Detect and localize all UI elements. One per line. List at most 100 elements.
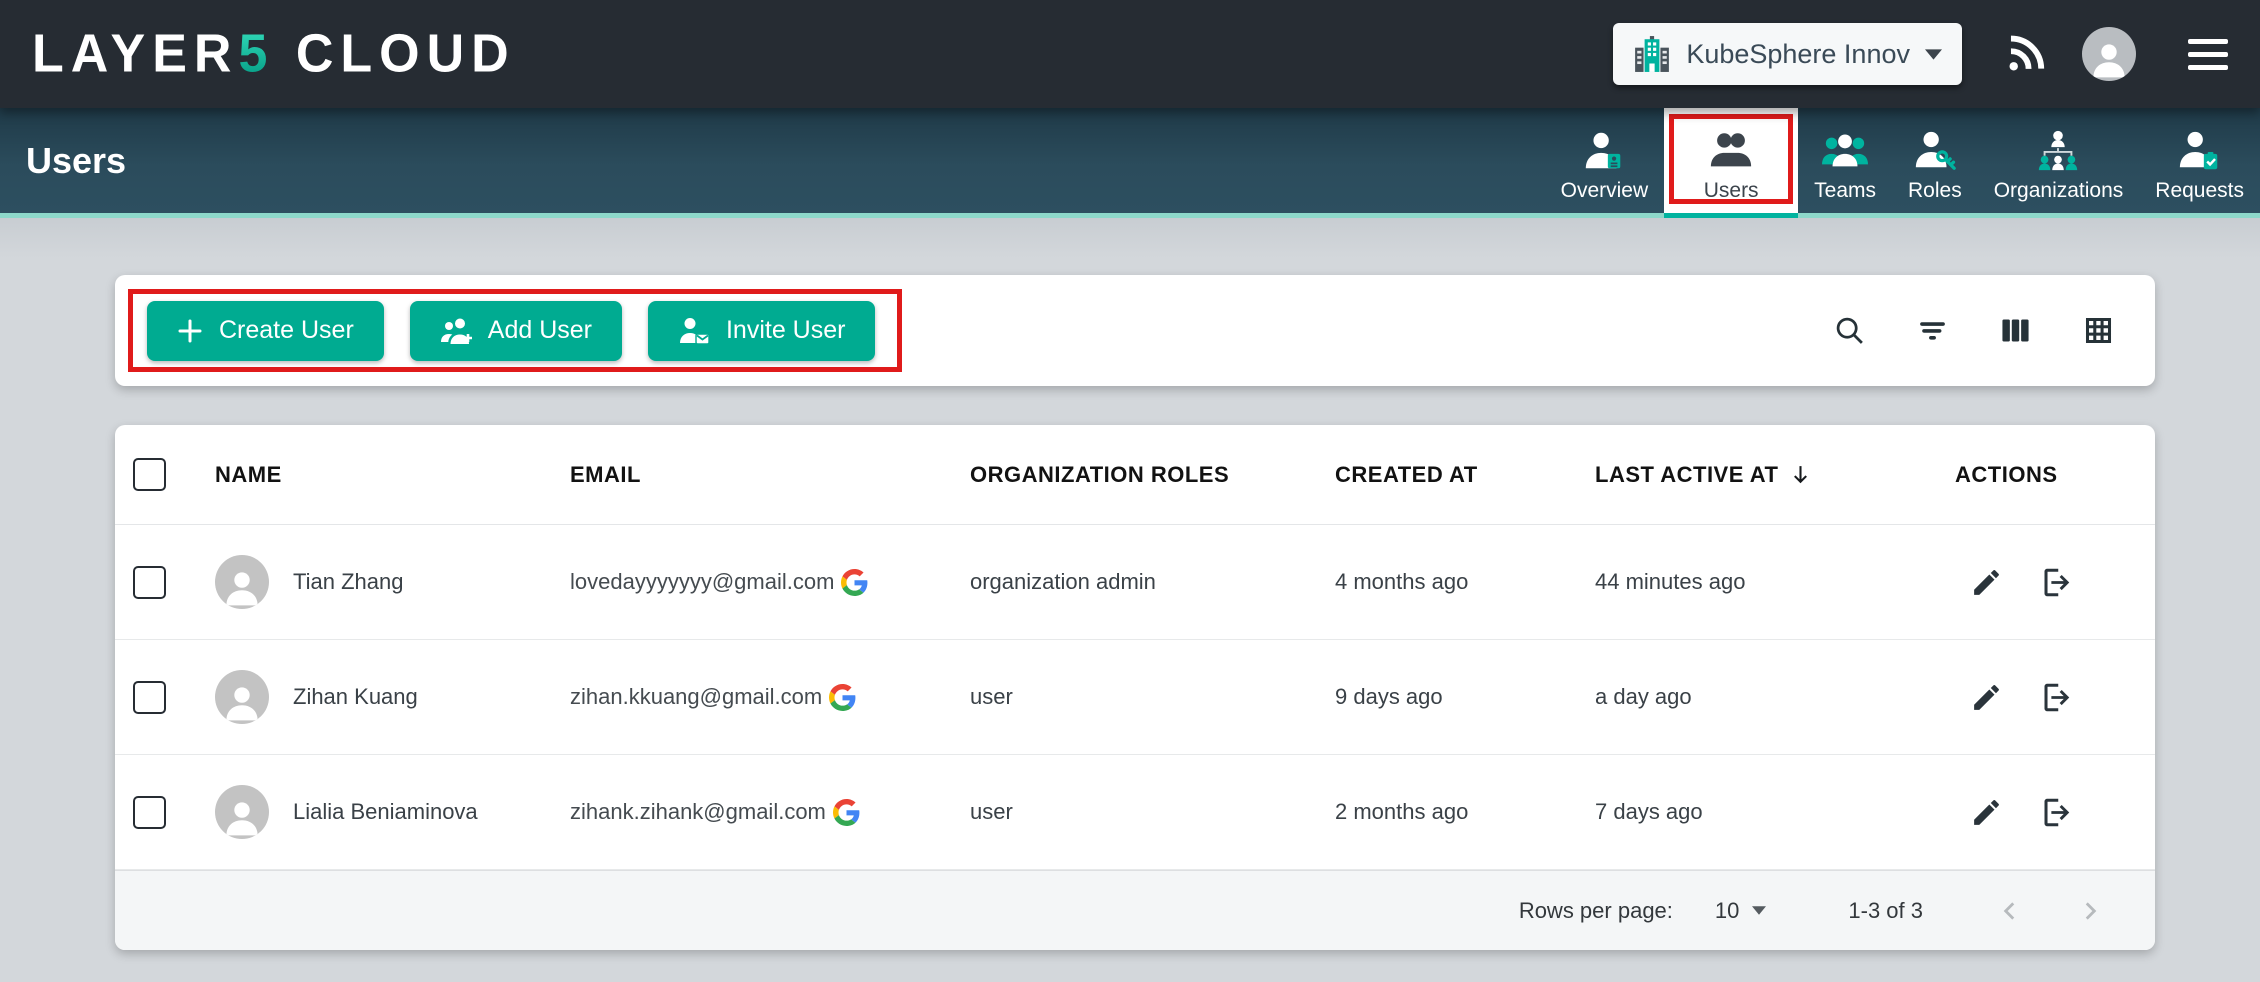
table-row: Tian Zhang lovedayyyyyyy@gmail.com organ…: [115, 525, 2155, 640]
logout-icon[interactable]: [2039, 681, 2072, 714]
last-active-at: 44 minutes ago: [1595, 569, 1955, 595]
tab-label: Teams: [1814, 179, 1876, 203]
add-user-button[interactable]: Add User: [410, 301, 622, 361]
page-content: Create User Add User: [0, 218, 2260, 982]
email-cell: lovedayyyyyyy@gmail.com: [570, 569, 970, 596]
user-avatar[interactable]: [2082, 27, 2136, 81]
google-icon: [829, 684, 856, 711]
name-cell: Tian Zhang: [215, 555, 570, 609]
layer5-cloud-logo[interactable]: LAYER5 CLOUD: [32, 23, 516, 85]
users-table: NAME EMAIL ORGANIZATION ROLES CREATED AT…: [115, 425, 2155, 950]
column-view-icon[interactable]: [1999, 314, 2032, 347]
rows-per-page-select[interactable]: 10: [1715, 898, 1766, 924]
table-row: Lialia Beniaminova zihank.zihank@gmail.c…: [115, 755, 2155, 870]
plus-icon: [177, 318, 203, 344]
table-row: Zihan Kuang zihan.kkuang@gmail.com user …: [115, 640, 2155, 755]
avatar: [215, 785, 269, 839]
overview-icon: [1581, 128, 1627, 174]
org-role: user: [970, 799, 1335, 825]
row-checkbox[interactable]: [133, 796, 166, 829]
tab-roles[interactable]: Roles: [1892, 108, 1978, 213]
topbar-right-cluster: KubeSphere Innov: [1613, 23, 2228, 85]
name-cell: Lialia Beniaminova: [215, 785, 570, 839]
select-all-checkbox[interactable]: [133, 458, 166, 491]
edit-icon[interactable]: [1970, 566, 2003, 599]
person-icon: [2087, 37, 2131, 81]
name-cell: Zihan Kuang: [215, 670, 570, 724]
filter-icon[interactable]: [1916, 314, 1949, 347]
chevron-left-icon[interactable]: [1997, 898, 2023, 924]
add-user-label: Add User: [488, 316, 592, 345]
user-name: Lialia Beniaminova: [293, 799, 478, 825]
tab-label: Requests: [2155, 179, 2244, 203]
rows-per-page-label: Rows per page:: [1519, 898, 1673, 924]
person-add-icon: [440, 316, 472, 346]
logout-icon[interactable]: [2039, 796, 2072, 829]
column-header-org-roles[interactable]: ORGANIZATION ROLES: [970, 462, 1335, 488]
user-email: zihank.zihank@gmail.com: [570, 799, 826, 825]
email-cell: zihank.zihank@gmail.com: [570, 799, 970, 826]
last-active-at: 7 days ago: [1595, 799, 1955, 825]
tab-teams[interactable]: Teams: [1798, 108, 1892, 213]
logo-five: 5: [238, 24, 274, 84]
organization-selector[interactable]: KubeSphere Innov: [1613, 23, 1962, 85]
column-header-created-at[interactable]: CREATED AT: [1335, 462, 1595, 488]
tab-label: Users: [1704, 179, 1759, 203]
tab-overview[interactable]: Overview: [1545, 108, 1665, 213]
person-icon: [220, 680, 264, 724]
person-mail-icon: [678, 316, 710, 346]
grid-view-icon[interactable]: [2082, 314, 2115, 347]
users-toolbar: Create User Add User: [115, 275, 2155, 386]
page-title: Users: [26, 140, 126, 182]
row-checkbox[interactable]: [133, 681, 166, 714]
users-icon: [1708, 128, 1754, 174]
user-email: lovedayyyyyyy@gmail.com: [570, 569, 834, 595]
user-name: Tian Zhang: [293, 569, 403, 595]
org-role: organization admin: [970, 569, 1335, 595]
avatar: [215, 670, 269, 724]
row-actions: [1955, 566, 2155, 599]
chevron-down-icon: [1752, 906, 1766, 915]
email-cell: zihan.kkuang@gmail.com: [570, 684, 970, 711]
created-at: 9 days ago: [1335, 684, 1595, 710]
invite-user-button[interactable]: Invite User: [648, 301, 875, 361]
avatar: [215, 555, 269, 609]
tab-requests[interactable]: Requests: [2139, 108, 2260, 213]
chevron-down-icon: [1925, 49, 1942, 60]
row-actions: [1955, 681, 2155, 714]
row-actions: [1955, 796, 2155, 829]
pagination-range: 1-3 of 3: [1848, 898, 1923, 924]
tab-organizations[interactable]: Organizations: [1978, 108, 2140, 213]
teams-icon: [1822, 128, 1868, 174]
column-header-email[interactable]: EMAIL: [570, 462, 970, 488]
column-header-name[interactable]: NAME: [215, 462, 570, 488]
invite-user-label: Invite User: [726, 316, 845, 345]
table-body: Tian Zhang lovedayyyyyyy@gmail.com organ…: [115, 525, 2155, 870]
rss-feed-icon[interactable]: [2004, 32, 2048, 76]
building-icon: [1633, 35, 1671, 73]
chevron-right-icon[interactable]: [2077, 898, 2103, 924]
org-role: user: [970, 684, 1335, 710]
row-checkbox[interactable]: [133, 566, 166, 599]
requests-icon: [2177, 128, 2223, 174]
logo-cloud: CLOUD: [296, 24, 516, 84]
create-user-button[interactable]: Create User: [147, 301, 384, 361]
google-icon: [833, 799, 860, 826]
logout-icon[interactable]: [2039, 566, 2072, 599]
tab-label: Overview: [1561, 179, 1649, 203]
search-icon[interactable]: [1833, 314, 1866, 347]
sort-desc-icon: [1788, 462, 1813, 487]
roles-icon: [1912, 128, 1958, 174]
tab-label: Organizations: [1994, 179, 2124, 203]
column-header-last-active-at[interactable]: LAST ACTIVE AT: [1595, 462, 1955, 488]
tab-label: Roles: [1908, 179, 1962, 203]
edit-icon[interactable]: [1970, 681, 2003, 714]
table-header-row: NAME EMAIL ORGANIZATION ROLES CREATED AT…: [115, 425, 2155, 525]
top-bar: LAYER5 CLOUD KubeSphere Innov: [0, 0, 2260, 108]
hamburger-menu-icon[interactable]: [2188, 39, 2228, 70]
edit-icon[interactable]: [1970, 796, 2003, 829]
annotation-highlight-buttons: Create User Add User: [128, 289, 902, 372]
table-pagination: Rows per page: 10 1-3 of 3: [115, 870, 2155, 950]
tab-users[interactable]: Users: [1664, 108, 1798, 213]
organizations-icon: [2035, 128, 2081, 174]
